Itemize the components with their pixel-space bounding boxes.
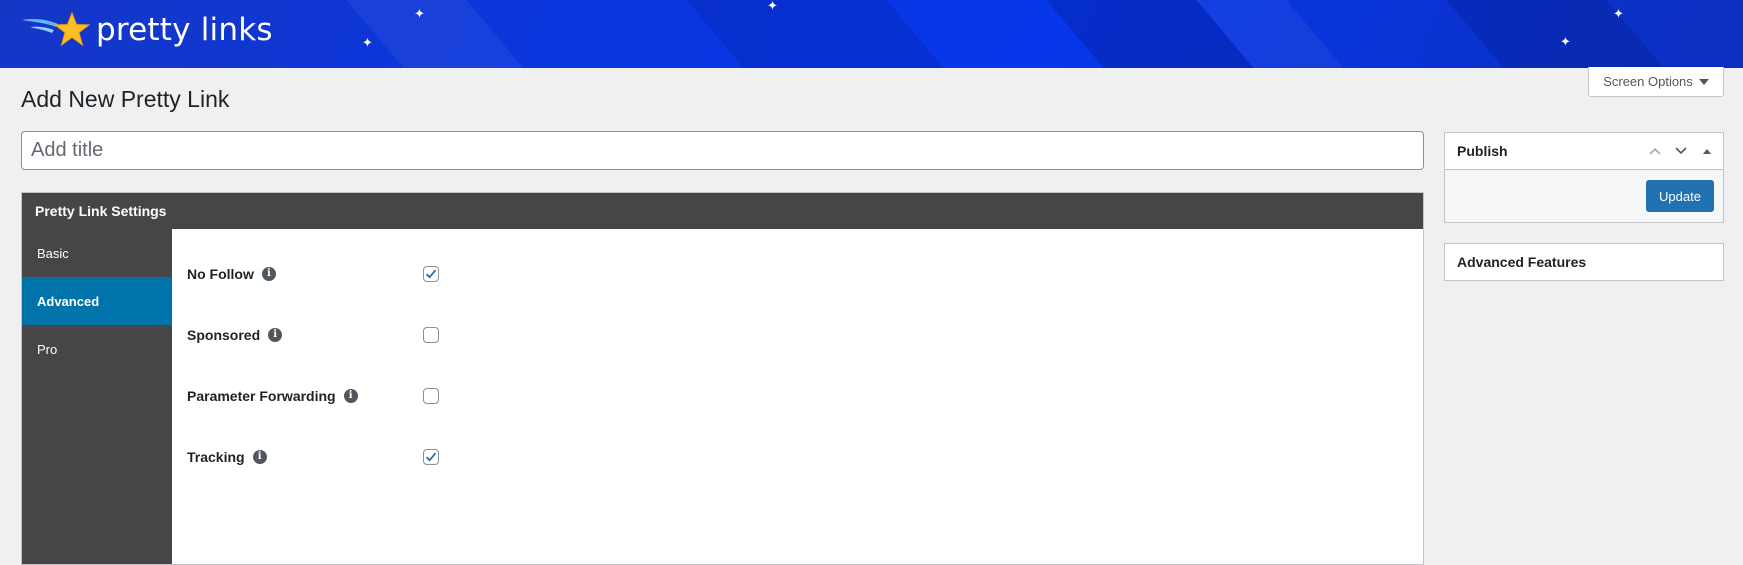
info-icon[interactable]: i	[261, 266, 276, 281]
screen-options-label: Screen Options	[1603, 74, 1693, 89]
sparkle-icon: ✦	[1560, 35, 1571, 50]
publish-title: Publish	[1457, 143, 1508, 159]
info-icon[interactable]: i	[252, 449, 267, 464]
logo-text: pretty links	[96, 12, 273, 48]
option-row-no-follow: No Follow i	[172, 243, 1423, 304]
checkmark-icon	[425, 452, 437, 462]
parameter-forwarding-checkbox[interactable]	[423, 387, 439, 404]
banner-stripe	[329, 0, 551, 68]
sponsored-checkbox[interactable]	[423, 326, 439, 343]
info-icon[interactable]: i	[343, 388, 358, 403]
sparkle-icon: ✦	[362, 36, 373, 51]
no-follow-label: No Follow	[187, 265, 254, 282]
option-row-parameter-forwarding: Parameter Forwarding i	[172, 365, 1423, 426]
info-icon[interactable]: i	[268, 327, 283, 342]
no-follow-checkbox[interactable]	[423, 265, 439, 282]
pretty-links-logo[interactable]: pretty links	[20, 10, 273, 50]
star-wings-logo-icon	[22, 11, 91, 47]
caret-down-icon	[1698, 79, 1709, 85]
chevron-up-icon[interactable]	[1647, 143, 1663, 159]
option-row-tracking: Tracking i	[172, 426, 1423, 487]
collapse-triangle-icon[interactable]	[1699, 143, 1715, 159]
advanced-tab-content: No Follow i Sponsored i Parameter Forwar…	[172, 229, 1423, 564]
advanced-features-title: Advanced Features	[1457, 254, 1587, 270]
banner-stripe	[669, 0, 971, 68]
tracking-label: Tracking	[187, 448, 245, 465]
option-row-sponsored: Sponsored i	[172, 304, 1423, 365]
banner-stripe	[1429, 0, 1691, 68]
tab-label: Pro	[37, 341, 58, 357]
tracking-checkbox[interactable]	[423, 448, 439, 465]
update-button[interactable]: Update	[1646, 180, 1714, 212]
settings-panel-header: Pretty Link Settings	[22, 193, 1423, 229]
page-title: Add New Pretty Link	[21, 86, 230, 112]
sponsored-label: Sponsored	[187, 326, 261, 343]
tab-basic[interactable]: Basic	[22, 229, 172, 277]
publish-box: Publish Update	[1444, 132, 1724, 223]
sparkle-icon: ✦	[767, 0, 778, 14]
screen-options-toggle[interactable]: Screen Options	[1588, 67, 1724, 97]
tab-pro[interactable]: Pro	[22, 325, 172, 373]
parameter-forwarding-label: Parameter Forwarding	[187, 387, 336, 404]
settings-panel-title: Pretty Link Settings	[35, 203, 167, 219]
tab-label: Basic	[37, 245, 69, 261]
publish-box-header: Publish	[1445, 133, 1723, 170]
pretty-link-settings-panel: Pretty Link Settings Basic Advanced Pro …	[21, 192, 1424, 565]
tab-label: Advanced	[37, 293, 100, 309]
advanced-features-box[interactable]: Advanced Features	[1444, 243, 1724, 281]
chevron-down-icon[interactable]	[1673, 143, 1689, 159]
sparkle-icon: ✦	[1613, 7, 1624, 22]
sparkle-icon: ✦	[414, 7, 425, 22]
link-title-input[interactable]	[21, 131, 1424, 170]
settings-tabs: Basic Advanced Pro	[22, 229, 172, 564]
checkmark-icon	[425, 269, 437, 279]
brand-header: ✦ ✦ ✦ ✦ ✦ pretty links	[0, 0, 1743, 68]
tab-advanced[interactable]: Advanced	[22, 277, 172, 325]
